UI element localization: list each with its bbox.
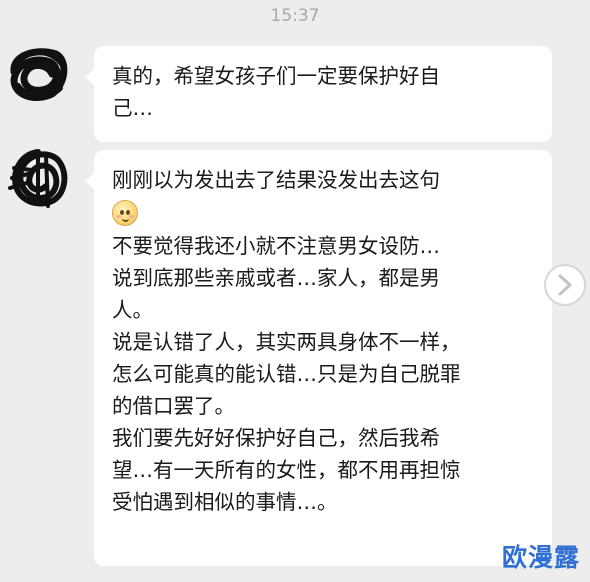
message-text-line: 我们要先好好保护好自己，然后我希 — [112, 426, 440, 450]
scribbled-avatar-icon — [8, 148, 70, 210]
message-text-line: 刚刚以为发出去了结果没发出去这句 — [112, 168, 440, 192]
message-text-line: 说到底那些亲戚或者…家人，都是男 — [112, 266, 440, 290]
message-text-line: 不要觉得我还小就不注意男女设防… — [112, 234, 440, 258]
message-text-line: 怎么可能真的能认错…只是为自己脱罪 — [112, 362, 461, 386]
next-button[interactable] — [544, 264, 586, 306]
avatar[interactable] — [8, 42, 70, 104]
watermark-logo: 欧漫露 — [501, 543, 580, 572]
avatar[interactable] — [8, 148, 70, 210]
message-text-line: 说是认错了人，其实两具身体不一样， — [112, 330, 461, 354]
message-bubble[interactable]: 真的，希望女孩子们一定要保护好自 己… — [85, 46, 552, 142]
chevron-right-icon — [558, 274, 572, 296]
message-bubble[interactable]: 刚刚以为发出去了结果没发出去这句 不要觉得我还小就不注意男女设防… 说到底那些亲… — [85, 150, 552, 566]
message-text-line: 己… — [112, 96, 153, 120]
message-text-line: 受怕遇到相似的事情…。 — [112, 490, 338, 514]
message-text-line: 望…有一天所有的女性，都不用再担惊 — [112, 458, 461, 482]
message-text-line: 的借口罢了。 — [112, 394, 235, 418]
blushing-smile-emoji-icon — [112, 200, 138, 226]
message-text-line: 真的，希望女孩子们一定要保护好自 — [112, 64, 440, 88]
message-text-line: 人。 — [112, 298, 153, 322]
scribbled-avatar-icon — [8, 42, 70, 104]
message-timestamp: 15:37 — [270, 6, 320, 26]
